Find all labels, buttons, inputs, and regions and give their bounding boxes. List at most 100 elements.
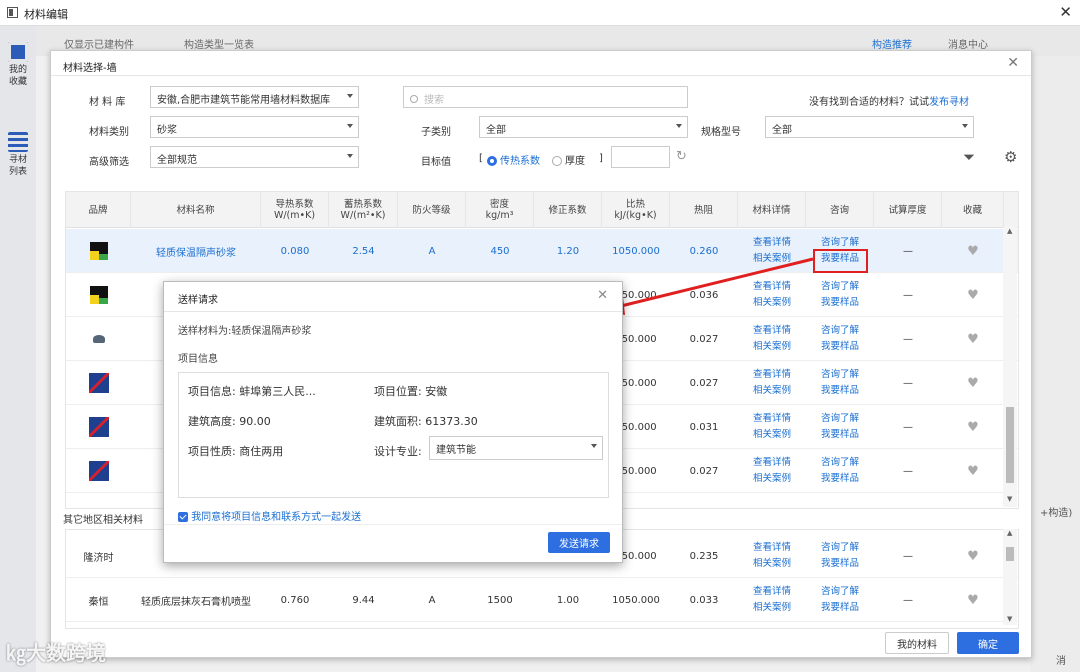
filter-icon[interactable]: ⏷ xyxy=(963,148,975,166)
advanced-filter-select[interactable]: 全部规范 xyxy=(150,146,359,168)
table-cell: — xyxy=(903,550,913,562)
table-row[interactable]: 秦恒 轻质底层抹灰石膏机喷型 0.760 9.44 A 1500 1.00 1050.000 0… xyxy=(66,578,1018,622)
view-detail-link[interactable]: 查看详情 xyxy=(753,455,791,471)
table-cell: 1050.000 xyxy=(612,594,660,606)
design-discipline-select[interactable]: 建筑节能 xyxy=(429,436,603,460)
column-header[interactable]: 收藏 xyxy=(942,192,1004,228)
favorite-heart-icon[interactable]: ♥ xyxy=(967,376,979,391)
column-header[interactable]: 材料详情 xyxy=(738,192,806,228)
scroll-thumb[interactable] xyxy=(1006,407,1014,483)
consult-link[interactable]: 咨询了解 xyxy=(821,279,859,295)
refresh-icon[interactable]: ↻ xyxy=(676,149,687,164)
column-header[interactable]: 材料名称 xyxy=(131,192,261,228)
column-header[interactable]: 试算厚度 xyxy=(874,192,942,228)
favorite-heart-icon[interactable]: ♥ xyxy=(967,332,979,347)
request-sample-link[interactable]: 我要样品 xyxy=(821,339,859,355)
agree-checkbox[interactable]: 我同意将项目信息和联系方式一起发送 xyxy=(178,508,361,523)
send-request-button[interactable]: 发送请求 xyxy=(548,532,610,553)
radio-transfer[interactable]: 传热系数 xyxy=(487,152,540,167)
request-sample-link[interactable]: 我要样品 xyxy=(821,295,859,311)
table-scrollbar[interactable]: ▲ ▼ xyxy=(1003,227,1017,507)
table-cell: 1500 xyxy=(487,594,513,606)
my-materials-button[interactable]: 我的材料 xyxy=(885,632,949,654)
request-sample-link[interactable]: 我要样品 xyxy=(821,427,859,443)
confirm-button[interactable]: 确定 xyxy=(957,632,1019,654)
table-row[interactable]: 轻质保温隔声砂浆 0.080 2.54 A 450 1.20 1050.000 0.260 查看… xyxy=(66,229,1018,273)
scroll-up-icon[interactable]: ▲ xyxy=(1007,227,1012,235)
view-detail-link[interactable]: 查看详情 xyxy=(753,235,791,251)
related-case-link[interactable]: 相关案例 xyxy=(753,427,791,443)
column-header[interactable]: 密度 kg/m³ xyxy=(466,192,534,228)
favorite-heart-icon[interactable]: ♥ xyxy=(967,549,979,564)
favorite-heart-icon[interactable]: ♥ xyxy=(967,464,979,479)
library-label: 材 料 库 xyxy=(89,97,126,108)
building-height-field: 建筑高度: 90.00 xyxy=(188,415,271,428)
column-header[interactable]: 蓄热系数 W/(m²•K) xyxy=(329,192,398,228)
consult-link[interactable]: 咨询了解 xyxy=(821,540,859,556)
category-select[interactable]: 砂浆 xyxy=(150,116,359,138)
dialog-close-icon[interactable]: ✕ xyxy=(597,288,608,303)
table-cell: 轻质保温隔声砂浆 xyxy=(156,247,236,259)
view-detail-link[interactable]: 查看详情 xyxy=(753,584,791,600)
favorite-heart-icon[interactable]: ♥ xyxy=(967,593,979,608)
favorite-heart-icon[interactable]: ♥ xyxy=(967,420,979,435)
scroll-down-icon[interactable]: ▼ xyxy=(1007,495,1012,503)
consult-link[interactable]: 咨询了解 xyxy=(821,455,859,471)
related-case-link[interactable]: 相关案例 xyxy=(753,556,791,572)
search-input[interactable]: 搜索 xyxy=(403,86,688,108)
column-header[interactable]: 修正系数 xyxy=(534,192,602,228)
view-detail-link[interactable]: 查看详情 xyxy=(753,323,791,339)
related-case-link[interactable]: 相关案例 xyxy=(753,600,791,616)
spec-select[interactable]: 全部 xyxy=(765,116,974,138)
bg-tab-recommend[interactable]: 构造推荐 xyxy=(872,36,912,51)
consult-link[interactable]: 咨询了解 xyxy=(821,323,859,339)
column-header[interactable]: 比热 kJ/(kg•K) xyxy=(602,192,670,228)
library-select[interactable]: 安徽,合肥市建筑节能常用墙材料数据库 xyxy=(150,86,359,108)
view-detail-link[interactable]: 查看详情 xyxy=(753,367,791,383)
view-detail-link[interactable]: 查看详情 xyxy=(753,411,791,427)
column-header[interactable]: 品牌 xyxy=(66,192,131,228)
spec-label: 规格型号 xyxy=(701,127,741,138)
favorite-heart-icon[interactable]: ♥ xyxy=(967,244,979,259)
related-case-link[interactable]: 相关案例 xyxy=(753,471,791,487)
column-header[interactable]: 导热系数 W/(m•K) xyxy=(261,192,329,228)
sidebar-item-favorites[interactable]: 我的 收藏 xyxy=(0,42,36,88)
request-sample-link[interactable]: 我要样品 xyxy=(821,471,859,487)
consult-link[interactable]: 咨询了解 xyxy=(821,411,859,427)
subcategory-select[interactable]: 全部 xyxy=(479,116,688,138)
request-sample-link[interactable]: 我要样品 xyxy=(821,556,859,572)
bg-tab-messages[interactable]: 消息中心 xyxy=(948,36,988,51)
column-header[interactable]: 热阻 xyxy=(670,192,738,228)
table-cell: 450 xyxy=(490,245,510,257)
material-line: 送样材料为:轻质保温隔声砂浆 xyxy=(178,326,312,337)
favorite-heart-icon[interactable]: ♥ xyxy=(967,288,979,303)
radio-thickness[interactable]: 厚度 xyxy=(552,152,585,167)
settings-gear-icon[interactable]: ⚙ xyxy=(1004,148,1017,166)
window-close-icon[interactable]: ✕ xyxy=(1059,3,1072,21)
scroll-down-icon[interactable]: ▼ xyxy=(1007,615,1012,623)
dialog-close-icon[interactable]: ✕ xyxy=(1007,55,1019,71)
scroll-up-icon[interactable]: ▲ xyxy=(1007,529,1012,537)
related-case-link[interactable]: 相关案例 xyxy=(753,339,791,355)
table-cell: 0.027 xyxy=(689,465,719,477)
request-sample-link[interactable]: 我要样品 xyxy=(821,600,859,616)
consult-link[interactable]: 咨询了解 xyxy=(821,584,859,600)
table-cell: 1.00 xyxy=(556,594,580,606)
consult-link[interactable]: 咨询了解 xyxy=(821,367,859,383)
sidebar-item-list[interactable]: 寻材 列表 xyxy=(0,132,36,178)
bg-checkbox-label[interactable]: 仅显示已建构件 xyxy=(64,36,134,51)
request-sample-link[interactable]: 我要样品 xyxy=(821,383,859,399)
window-titlebar: 材料编辑 ✕ xyxy=(0,0,1080,26)
bg-tab[interactable]: 构造类型一览表 xyxy=(184,36,254,51)
sidebar-label: 寻材 xyxy=(8,155,27,165)
publish-request-link[interactable]: 发布寻材 xyxy=(929,97,969,108)
checkbox-checked-icon xyxy=(178,512,188,522)
column-header[interactable]: 咨询 xyxy=(806,192,874,228)
column-header[interactable]: 防火等级 xyxy=(398,192,466,228)
view-detail-link[interactable]: 查看详情 xyxy=(753,540,791,556)
target-value-input[interactable] xyxy=(611,146,670,168)
table-cell: 咨询了解 我要样品 xyxy=(806,578,874,622)
other-table-scrollbar[interactable]: ▲ ▼ xyxy=(1003,529,1017,625)
scroll-thumb[interactable] xyxy=(1006,547,1014,561)
related-case-link[interactable]: 相关案例 xyxy=(753,383,791,399)
